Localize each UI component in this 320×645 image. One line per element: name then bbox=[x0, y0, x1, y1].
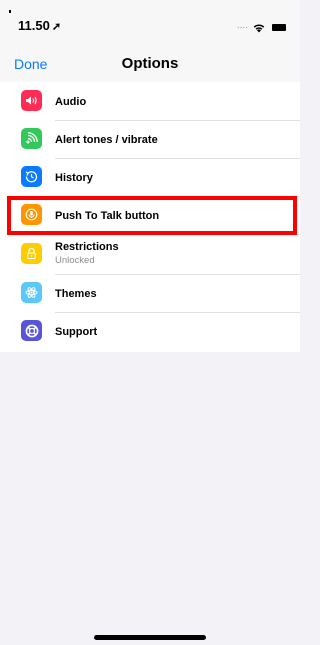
divider bbox=[55, 120, 300, 121]
divider bbox=[55, 274, 300, 275]
options-screen: 11.50 ➚ .... Done Options Audio Alert to… bbox=[0, 0, 300, 645]
highlight-box bbox=[7, 196, 297, 235]
option-support[interactable]: Support bbox=[0, 314, 300, 348]
header: 11.50 ➚ .... Done Options bbox=[0, 0, 300, 82]
status-time-text: 11.50 bbox=[18, 18, 50, 33]
option-audio[interactable]: Audio bbox=[0, 84, 300, 118]
option-label: Themes bbox=[55, 288, 97, 300]
wifi-icon bbox=[253, 24, 265, 33]
cell-signal-icon: .... bbox=[236, 20, 248, 31]
vibrate-icon bbox=[21, 128, 42, 149]
speaker-icon bbox=[21, 90, 42, 111]
atom-icon bbox=[21, 282, 42, 303]
history-icon bbox=[21, 166, 42, 187]
restrictions-status: Unlocked bbox=[55, 255, 95, 266]
lock-icon bbox=[21, 243, 42, 264]
option-alert-tones[interactable]: Alert tones / vibrate bbox=[0, 122, 300, 156]
option-label: History bbox=[55, 172, 93, 184]
status-tick bbox=[9, 10, 11, 13]
lifebuoy-icon bbox=[21, 320, 42, 341]
nav-bar: Done Options bbox=[0, 44, 300, 82]
status-time: 11.50 ➚ bbox=[18, 18, 61, 33]
battery-icon bbox=[272, 24, 286, 31]
option-label: Audio bbox=[55, 96, 87, 108]
page-title: Options bbox=[121, 55, 179, 72]
option-history[interactable]: History bbox=[0, 160, 300, 194]
option-label: Support bbox=[55, 326, 98, 338]
divider bbox=[55, 312, 300, 313]
status-bar: 11.50 ➚ .... bbox=[0, 0, 300, 44]
option-label: Alert tones / vibrate bbox=[55, 134, 158, 146]
option-restrictions[interactable]: Restrictions Unlocked bbox=[0, 236, 300, 270]
home-indicator[interactable] bbox=[94, 635, 206, 640]
location-icon: ➚ bbox=[51, 21, 62, 33]
divider bbox=[55, 158, 300, 159]
option-themes[interactable]: Themes bbox=[0, 276, 300, 310]
option-label: Restrictions bbox=[55, 241, 119, 253]
